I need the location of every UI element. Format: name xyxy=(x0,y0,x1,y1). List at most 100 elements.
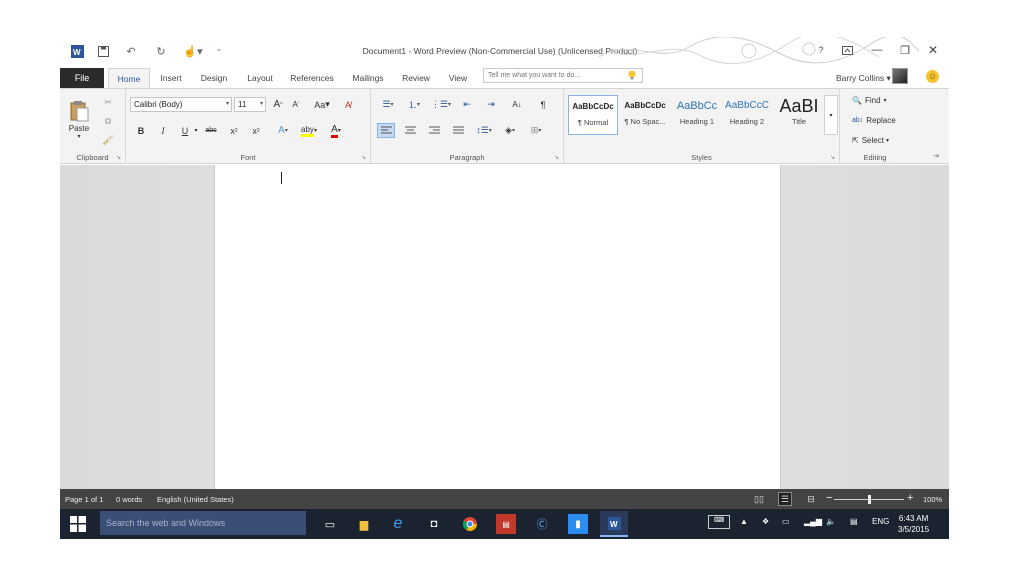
help-button[interactable]: ? xyxy=(812,42,830,58)
document-page[interactable] xyxy=(214,165,781,489)
strikethrough-button[interactable]: abc xyxy=(202,123,220,138)
align-center-icon[interactable] xyxy=(401,123,419,138)
ribbon-display-options-icon[interactable] xyxy=(838,42,856,58)
change-case-button[interactable]: Aa ▾ xyxy=(310,97,334,112)
battery-icon[interactable]: ▭ xyxy=(782,517,790,526)
touch-mode-icon[interactable]: ☝▾ xyxy=(180,43,206,59)
taskbar-search-input[interactable]: Search the web and Windows xyxy=(100,511,306,535)
style-no-spacing[interactable]: AaBbCcDc ¶ No Spac... xyxy=(620,95,670,135)
redo-icon[interactable]: ↻ xyxy=(152,43,170,59)
font-name-combo[interactable]: Calibri (Body) ▾ xyxy=(130,97,232,112)
style-heading-1[interactable]: AaBbCc Heading 1 xyxy=(672,95,722,135)
web-layout-icon[interactable]: ⊟ xyxy=(804,492,818,506)
grow-font-icon[interactable]: A ^ xyxy=(270,97,286,112)
style-normal[interactable]: AaBbCcDc ¶ Normal xyxy=(568,95,618,135)
cut-icon[interactable]: ✂ xyxy=(100,95,116,109)
italic-button[interactable]: I xyxy=(156,123,170,138)
tab-home[interactable]: Home xyxy=(108,68,150,88)
numbering-icon[interactable]: ⒈ ▾ xyxy=(403,97,425,112)
style-heading-2[interactable]: AaBbCcC Heading 2 xyxy=(722,95,772,135)
styles-gallery-more-icon[interactable]: ▾ xyxy=(824,95,838,135)
touch-keyboard-icon[interactable]: ⌨ xyxy=(708,515,730,529)
restore-button[interactable]: ❐ xyxy=(896,42,914,58)
select-button[interactable]: ⇱ Select ▾ xyxy=(852,133,906,147)
file-explorer-icon[interactable]: ▆ xyxy=(354,514,374,534)
paragraph-launcher-icon[interactable]: ↘ xyxy=(554,154,559,161)
zoom-in-button[interactable]: + xyxy=(907,492,913,504)
language-tray[interactable]: ENG xyxy=(872,517,889,526)
word-taskbar-icon[interactable]: W xyxy=(600,511,628,537)
shading-icon[interactable]: ◈ ▾ xyxy=(499,123,521,138)
text-effects-icon[interactable]: A ▾ xyxy=(272,123,294,138)
increase-indent-icon[interactable]: ⇥ xyxy=(483,97,499,112)
zoom-slider-thumb[interactable] xyxy=(867,495,871,504)
start-button[interactable] xyxy=(60,509,96,539)
calendar-app-icon[interactable]: ▤ xyxy=(496,514,516,534)
find-button[interactable]: 🔍 Find ▾ xyxy=(852,93,906,107)
subscript-button[interactable]: x2 xyxy=(226,123,242,138)
word-count[interactable]: 0 words xyxy=(116,495,142,504)
paste-button[interactable]: Paste ▾ xyxy=(66,95,92,145)
user-name[interactable]: Barry Collins ▾ xyxy=(836,73,891,84)
pin-ribbon-icon[interactable]: ⇥ xyxy=(930,151,942,161)
multilevel-list-icon[interactable]: ⋮☰ ▾ xyxy=(429,97,453,112)
tab-layout[interactable]: Layout xyxy=(242,68,278,88)
sort-icon[interactable]: A↓ xyxy=(509,97,525,112)
clipboard-launcher-icon[interactable]: ↘ xyxy=(116,154,121,161)
page-count[interactable]: Page 1 of 1 xyxy=(65,495,103,504)
bold-button[interactable]: B xyxy=(134,123,148,138)
copy-icon[interactable]: ⧉ xyxy=(100,114,116,128)
font-launcher-icon[interactable]: ↘ xyxy=(361,154,366,161)
chrome-icon[interactable] xyxy=(460,514,480,534)
replace-button[interactable]: ab↕ Replace xyxy=(852,113,906,127)
styles-launcher-icon[interactable]: ↘ xyxy=(830,154,835,161)
zoom-level[interactable]: 100% xyxy=(923,495,942,504)
task-view-icon[interactable]: ▭ xyxy=(320,514,340,534)
tab-insert[interactable]: Insert xyxy=(154,68,188,88)
justify-icon[interactable] xyxy=(449,123,467,138)
store-icon[interactable]: ◘ xyxy=(424,514,444,534)
network-icon[interactable]: ▂▄▆ xyxy=(804,517,822,526)
align-right-icon[interactable] xyxy=(425,123,443,138)
tab-design[interactable]: Design xyxy=(196,68,232,88)
highlight-color-button[interactable]: aby ▾ xyxy=(296,123,322,138)
close-button[interactable]: ✕ xyxy=(924,42,942,58)
internet-explorer-icon[interactable]: e xyxy=(388,514,408,534)
show-formatting-marks-icon[interactable]: ¶ xyxy=(535,97,551,112)
action-center-icon[interactable]: ▤ xyxy=(850,517,858,526)
underline-button[interactable]: U xyxy=(178,123,192,138)
tab-file[interactable]: File xyxy=(60,68,104,88)
clear-formatting-icon[interactable]: A̸ xyxy=(340,97,356,112)
borders-icon[interactable]: ⊞ ▾ xyxy=(525,123,547,138)
zoom-out-button[interactable]: − xyxy=(826,492,832,504)
undo-icon[interactable]: ↶ xyxy=(122,43,140,59)
tab-references[interactable]: References xyxy=(288,68,336,88)
show-hidden-icons-icon[interactable]: ▲ xyxy=(740,517,748,526)
tell-me-search-input[interactable]: Tell me what you want to do... xyxy=(483,68,643,83)
shrink-font-icon[interactable]: Aˇ xyxy=(288,97,304,112)
align-left-icon[interactable] xyxy=(377,123,395,138)
clock[interactable]: 6:43 AM 3/5/2015 xyxy=(898,513,929,535)
print-layout-icon[interactable]: ☰ xyxy=(778,492,792,506)
font-size-combo[interactable]: 11 ▾ xyxy=(234,97,266,112)
underline-dropdown-icon[interactable]: ▾ xyxy=(192,123,200,138)
customize-qat-icon[interactable]: ⁼ xyxy=(210,43,228,59)
tab-review[interactable]: Review xyxy=(398,68,434,88)
read-mode-icon[interactable]: ▯▯ xyxy=(752,492,766,506)
dropbox-tray-icon[interactable]: ❖ xyxy=(762,517,769,526)
save-icon[interactable] xyxy=(94,43,112,59)
tab-view[interactable]: View xyxy=(444,68,472,88)
language-indicator[interactable]: English (United States) xyxy=(157,495,234,504)
send-feedback-smiley-icon[interactable]: ☺ xyxy=(926,70,939,83)
user-avatar[interactable] xyxy=(892,68,908,84)
bullets-icon[interactable]: ☰ ▾ xyxy=(377,97,399,112)
line-spacing-icon[interactable]: ↕☰ ▾ xyxy=(473,123,495,138)
style-title[interactable]: AaBI Title xyxy=(774,95,824,135)
font-color-button[interactable]: A ▾ xyxy=(324,123,348,138)
superscript-button[interactable]: x2 xyxy=(248,123,264,138)
minimize-button[interactable]: — xyxy=(868,42,886,58)
volume-icon[interactable]: 🔈 xyxy=(826,517,836,526)
app-blue-icon[interactable]: ▮ xyxy=(568,514,588,534)
decrease-indent-icon[interactable]: ⇤ xyxy=(459,97,475,112)
app-c-icon[interactable]: Ⓒ xyxy=(532,514,552,534)
